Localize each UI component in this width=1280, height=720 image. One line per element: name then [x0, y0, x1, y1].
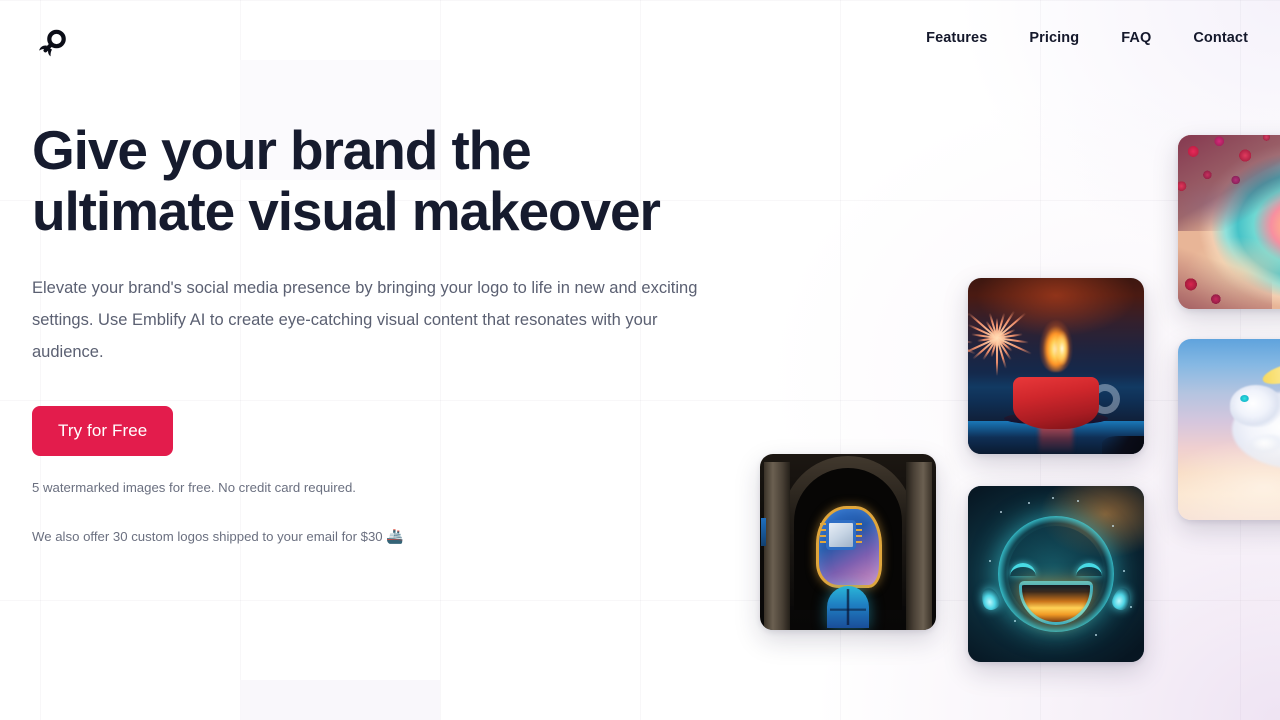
- headline-line-1: Give your brand the: [32, 119, 532, 181]
- background-soft-block: [240, 680, 440, 720]
- hero-subheadline: Elevate your brand's social media presen…: [32, 279, 698, 361]
- star-dot: [1112, 524, 1115, 527]
- gallery-card-cathedral-ai[interactable]: [760, 454, 936, 630]
- fineprint-free-images: 5 watermarked images for free. No credit…: [32, 480, 356, 495]
- stained-glass-window: [827, 586, 869, 628]
- star-dot: [1077, 500, 1080, 503]
- star-dot: [1013, 619, 1016, 622]
- star-dot: [1027, 501, 1030, 504]
- gallery-card-flower-swirl[interactable]: [1178, 135, 1280, 309]
- cpu-chip-icon: [820, 520, 862, 550]
- flower-swirl-artwork: [1178, 135, 1280, 309]
- rocket-logo-icon: [35, 27, 69, 66]
- star-dot: [1129, 605, 1132, 608]
- nav-item-contact[interactable]: Contact: [1193, 30, 1248, 46]
- fineprint-custom-logos: We also offer 30 custom logos shipped to…: [32, 520, 752, 553]
- star-dot: [1122, 570, 1125, 573]
- flower-cluster-top-left: [1178, 135, 1280, 231]
- shoreline: [1102, 436, 1144, 454]
- star-dot: [999, 510, 1002, 513]
- cathedral-ai-head-artwork: [760, 454, 936, 630]
- glowing-laughing-emoji-artwork: [968, 486, 1144, 662]
- stone-pillar-left: [764, 462, 790, 630]
- star-dot: [989, 559, 992, 562]
- red-coffee-cup: [1013, 376, 1099, 429]
- site-header: Features Pricing FAQ Contact: [0, 0, 1280, 88]
- headline-line-2: ultimate visual makeover: [32, 180, 661, 242]
- fireworks-coffee-cup-artwork: [968, 278, 1144, 454]
- gallery-card-fireworks-cup[interactable]: [968, 278, 1144, 454]
- page-title: Give your brand the ultimate visual make…: [32, 120, 732, 242]
- ship-icon: 🚢: [386, 528, 404, 544]
- logo[interactable]: [32, 26, 72, 66]
- nav-item-pricing[interactable]: Pricing: [1029, 30, 1079, 46]
- pastel-rabbit-artwork: [1178, 339, 1280, 520]
- gallery-card-pastel-rabbit[interactable]: [1178, 339, 1280, 520]
- main-navigation: Features Pricing FAQ Contact: [926, 30, 1248, 46]
- nav-item-features[interactable]: Features: [926, 30, 987, 46]
- fineprint-custom-logos-text: We also offer 30 custom logos shipped to…: [32, 529, 383, 544]
- gallery-card-laughing-emoji[interactable]: [968, 486, 1144, 662]
- flower-cluster-bottom-left: [1178, 231, 1272, 309]
- hero-section: Give your brand the ultimate visual make…: [32, 120, 752, 553]
- flower-cluster-bottom-right: [1272, 251, 1280, 309]
- ground-haze: [1178, 339, 1280, 520]
- try-for-free-button[interactable]: Try for Free: [32, 406, 174, 456]
- star-dot: [1052, 496, 1055, 499]
- blue-light-edge: [761, 518, 766, 546]
- flame-shape: [1054, 330, 1070, 365]
- nav-item-faq[interactable]: FAQ: [1121, 30, 1151, 46]
- stone-pillar-right: [906, 462, 932, 630]
- star-dot: [1094, 633, 1097, 636]
